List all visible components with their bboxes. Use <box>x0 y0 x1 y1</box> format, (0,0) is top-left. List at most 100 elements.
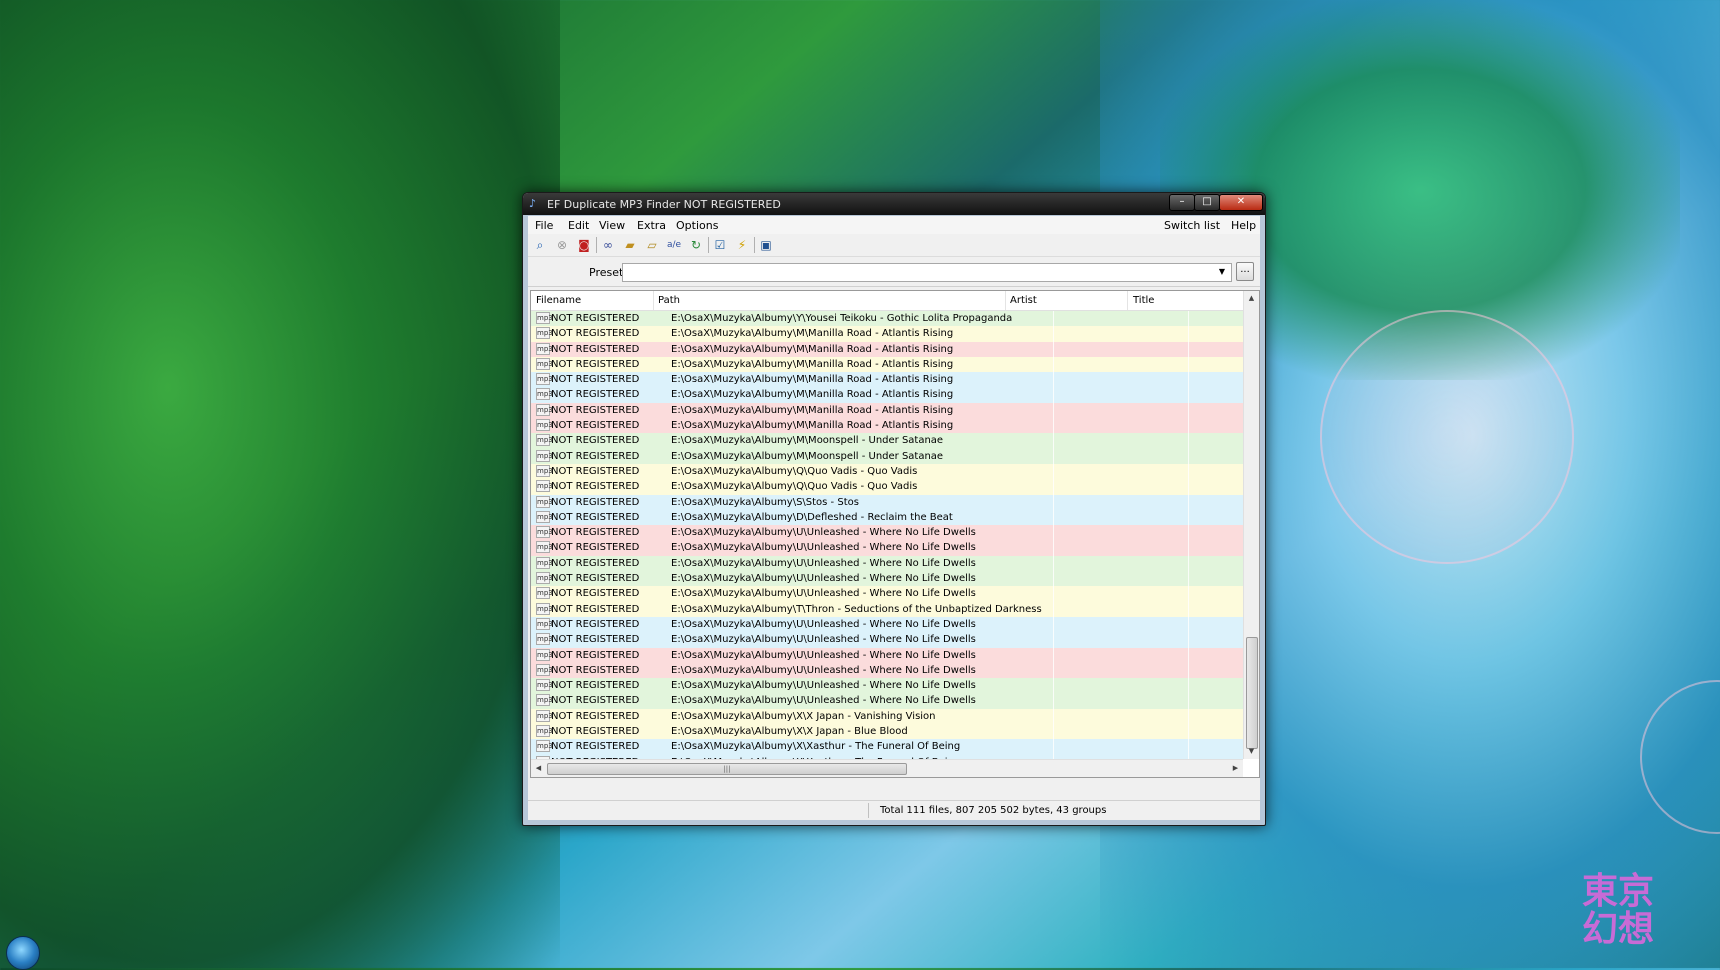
table-row[interactable]: mp3NOT REGISTERED E:\OsaX\Muzyka\Albumy\U… <box>531 662 1243 679</box>
column-divider[interactable] <box>1005 291 1006 310</box>
preset-browse-button[interactable]: ... <box>1236 262 1254 281</box>
table-row[interactable]: mp3NOT REGISTERED E:\OsaX\Muzyka\Albumy\Y… <box>531 311 1243 327</box>
cell-divider <box>1188 479 1189 495</box>
minimize-button[interactable]: – <box>1169 194 1195 211</box>
menu-edit[interactable]: Edit <box>568 219 589 232</box>
table-row[interactable]: mp3NOT REGISTERED E:\OsaX\Muzyka\Albumy\M… <box>531 372 1243 388</box>
table-row[interactable]: mp3NOT REGISTERED E:\OsaX\Muzyka\Albumy\X… <box>531 739 1243 755</box>
vertical-scrollbar[interactable]: ▲ ▼ <box>1243 291 1259 759</box>
table-row[interactable]: mp3NOT REGISTERED E:\OsaX\Muzyka\Albumy\S… <box>531 494 1243 510</box>
menu-file[interactable]: File <box>535 219 553 232</box>
cell-path: E:\OsaX\Muzyka\Albumy\M\Manilla Road - A… <box>671 420 954 432</box>
mp3-file-icon: mp3 <box>536 464 553 477</box>
table-row[interactable]: mp3NOT REGISTERED E:\OsaX\Muzyka\Albumy\Q… <box>531 479 1243 495</box>
column-header-filename[interactable]: Filename <box>536 295 581 306</box>
cell-divider <box>1053 433 1054 449</box>
column-header-path[interactable]: Path <box>658 295 680 306</box>
table-row[interactable]: mp3NOT REGISTERED E:\OsaX\Muzyka\Albumy\M… <box>531 341 1243 357</box>
cell-path: E:\OsaX\Muzyka\Albumy\M\Manilla Road - A… <box>671 374 954 386</box>
title-bar[interactable]: ♪ EF Duplicate MP3 Finder NOT REGISTERED… <box>523 193 1265 215</box>
chevron-down-icon[interactable]: ▼ <box>1215 265 1229 279</box>
vertical-scroll-thumb[interactable] <box>1246 637 1258 749</box>
column-header-title[interactable]: Title <box>1133 295 1154 306</box>
cell-filename: mp3NOT REGISTERED <box>536 617 666 632</box>
cell-divider <box>1188 678 1189 694</box>
cell-divider <box>1053 311 1054 327</box>
table-row[interactable]: mp3NOT REGISTERED E:\OsaX\Muzyka\Albumy\U… <box>531 632 1243 648</box>
scroll-left-icon[interactable]: ◀ <box>531 760 546 777</box>
cell-filename: mp3NOT REGISTERED <box>536 510 666 525</box>
table-row[interactable]: mp3NOT REGISTERED E:\OsaX\Muzyka\Albumy\M… <box>531 418 1243 434</box>
menu-bar: File Edit View Extra Options Switch list… <box>528 216 1260 234</box>
table-row[interactable]: mp3NOT REGISTERED E:\OsaX\Muzyka\Albumy\M… <box>531 448 1243 464</box>
maximize-button[interactable]: □ <box>1194 194 1220 211</box>
scroll-up-icon[interactable]: ▲ <box>1244 291 1259 306</box>
record-icon[interactable]: ◙ <box>576 237 592 253</box>
table-row[interactable]: mp3NOT REGISTERED E:\OsaX\Muzyka\Albumy\U… <box>531 555 1243 572</box>
cell-path: E:\OsaX\Muzyka\Albumy\U\Unleashed - Wher… <box>671 588 976 600</box>
table-row[interactable]: mp3NOT REGISTERED E:\OsaX\Muzyka\Albumy\U… <box>531 647 1243 663</box>
cell-divider <box>1188 418 1189 434</box>
open-folder-icon[interactable]: ▰ <box>622 237 638 253</box>
table-row[interactable]: mp3NOT REGISTERED E:\OsaX\Muzyka\Albumy\U… <box>531 678 1243 694</box>
cell-filename: mp3NOT REGISTERED <box>536 311 666 326</box>
filename-text: NOT REGISTERED <box>551 358 640 370</box>
preset-dropdown[interactable]: ▼ <box>622 263 1232 282</box>
search-icon[interactable]: ⌕ <box>532 237 548 253</box>
mp3-file-icon: mp3 <box>536 480 553 493</box>
export-folder-icon[interactable]: ▱ <box>644 237 660 253</box>
table-row[interactable]: mp3NOT REGISTERED E:\OsaX\Muzyka\Albumy\M… <box>531 387 1243 403</box>
menu-switch-list[interactable]: Switch list <box>1164 219 1220 232</box>
stop-icon[interactable]: ⊗ <box>554 237 570 253</box>
filename-text: NOT REGISTERED <box>551 313 640 324</box>
close-button[interactable]: ✕ <box>1219 194 1263 211</box>
menu-extra[interactable]: Extra <box>637 219 666 232</box>
table-row[interactable]: mp3NOT REGISTERED E:\OsaX\Muzyka\Albumy\M… <box>531 356 1243 373</box>
filename-text: NOT REGISTERED <box>551 618 640 630</box>
cell-divider <box>1188 326 1189 342</box>
checklist-icon[interactable]: ☑ <box>712 237 728 253</box>
refresh-icon[interactable]: ↻ <box>688 237 704 253</box>
app-icon[interactable]: ♪ <box>529 198 541 210</box>
list-header: Filename Path Artist Title <box>531 291 1243 311</box>
horizontal-scrollbar[interactable]: ◀ ||| ▶ <box>531 759 1243 777</box>
table-row[interactable]: mp3NOT REGISTERED E:\OsaX\Muzyka\Albumy\U… <box>531 571 1243 587</box>
table-row[interactable]: mp3NOT REGISTERED E:\OsaX\Muzyka\Albumy\Q… <box>531 463 1243 480</box>
mp3-file-icon: mp3 <box>536 572 553 585</box>
table-row[interactable]: mp3NOT REGISTERED E:\OsaX\Muzyka\Albumy\M… <box>531 402 1243 419</box>
cell-divider <box>1053 724 1054 740</box>
binoculars-icon[interactable]: ∞ <box>600 237 616 253</box>
table-row[interactable]: mp3NOT REGISTERED E:\OsaX\Muzyka\Albumy\X… <box>531 724 1243 740</box>
cell-path: E:\OsaX\Muzyka\Albumy\X\X Japan - Blue B… <box>671 726 908 738</box>
wallpaper-bubble <box>1320 310 1574 564</box>
duplicates-list[interactable]: Filename Path Artist Title mp3NOT REGIST… <box>530 290 1260 778</box>
table-row[interactable]: mp3NOT REGISTERED E:\OsaX\Muzyka\Albumy\T… <box>531 601 1243 617</box>
table-row[interactable]: mp3NOT REGISTERED E:\OsaX\Muzyka\Albumy\U… <box>531 525 1243 541</box>
table-row[interactable]: mp3NOT REGISTERED E:\OsaX\Muzyka\Albumy\M… <box>531 433 1243 449</box>
clipboard-icon[interactable]: ▣ <box>758 237 774 253</box>
column-divider[interactable] <box>653 291 654 310</box>
menu-help[interactable]: Help <box>1231 219 1256 232</box>
filename-text: NOT REGISTERED <box>551 726 640 738</box>
cell-divider <box>1053 326 1054 342</box>
rename-icon[interactable]: a/e <box>666 237 682 253</box>
column-header-artist[interactable]: Artist <box>1010 295 1037 306</box>
table-row[interactable]: mp3NOT REGISTERED E:\OsaX\Muzyka\Albumy\U… <box>531 693 1243 709</box>
scroll-right-icon[interactable]: ▶ <box>1228 760 1243 777</box>
cell-filename: mp3NOT REGISTERED <box>536 387 666 402</box>
menu-view[interactable]: View <box>599 219 625 232</box>
column-divider[interactable] <box>1127 291 1128 310</box>
cell-divider <box>1053 540 1054 556</box>
table-row[interactable]: mp3NOT REGISTERED E:\OsaX\Muzyka\Albumy\D… <box>531 509 1243 526</box>
horizontal-scroll-thumb[interactable]: ||| <box>547 763 907 775</box>
table-row[interactable]: mp3NOT REGISTERED E:\OsaX\Muzyka\Albumy\U… <box>531 616 1243 633</box>
table-row[interactable]: mp3NOT REGISTERED E:\OsaX\Muzyka\Albumy\X… <box>531 708 1243 725</box>
table-row[interactable]: mp3NOT REGISTERED E:\OsaX\Muzyka\Albumy\U… <box>531 540 1243 556</box>
scroll-down-icon[interactable]: ▼ <box>1244 744 1259 759</box>
table-row[interactable]: mp3NOT REGISTERED E:\OsaX\Muzyka\Albumy\U… <box>531 586 1243 602</box>
filename-text: NOT REGISTERED <box>551 634 640 646</box>
menu-options[interactable]: Options <box>676 219 718 232</box>
start-button[interactable] <box>6 936 40 970</box>
lightning-icon[interactable]: ⚡ <box>734 237 750 253</box>
table-row[interactable]: mp3NOT REGISTERED E:\OsaX\Muzyka\Albumy\M… <box>531 326 1243 342</box>
